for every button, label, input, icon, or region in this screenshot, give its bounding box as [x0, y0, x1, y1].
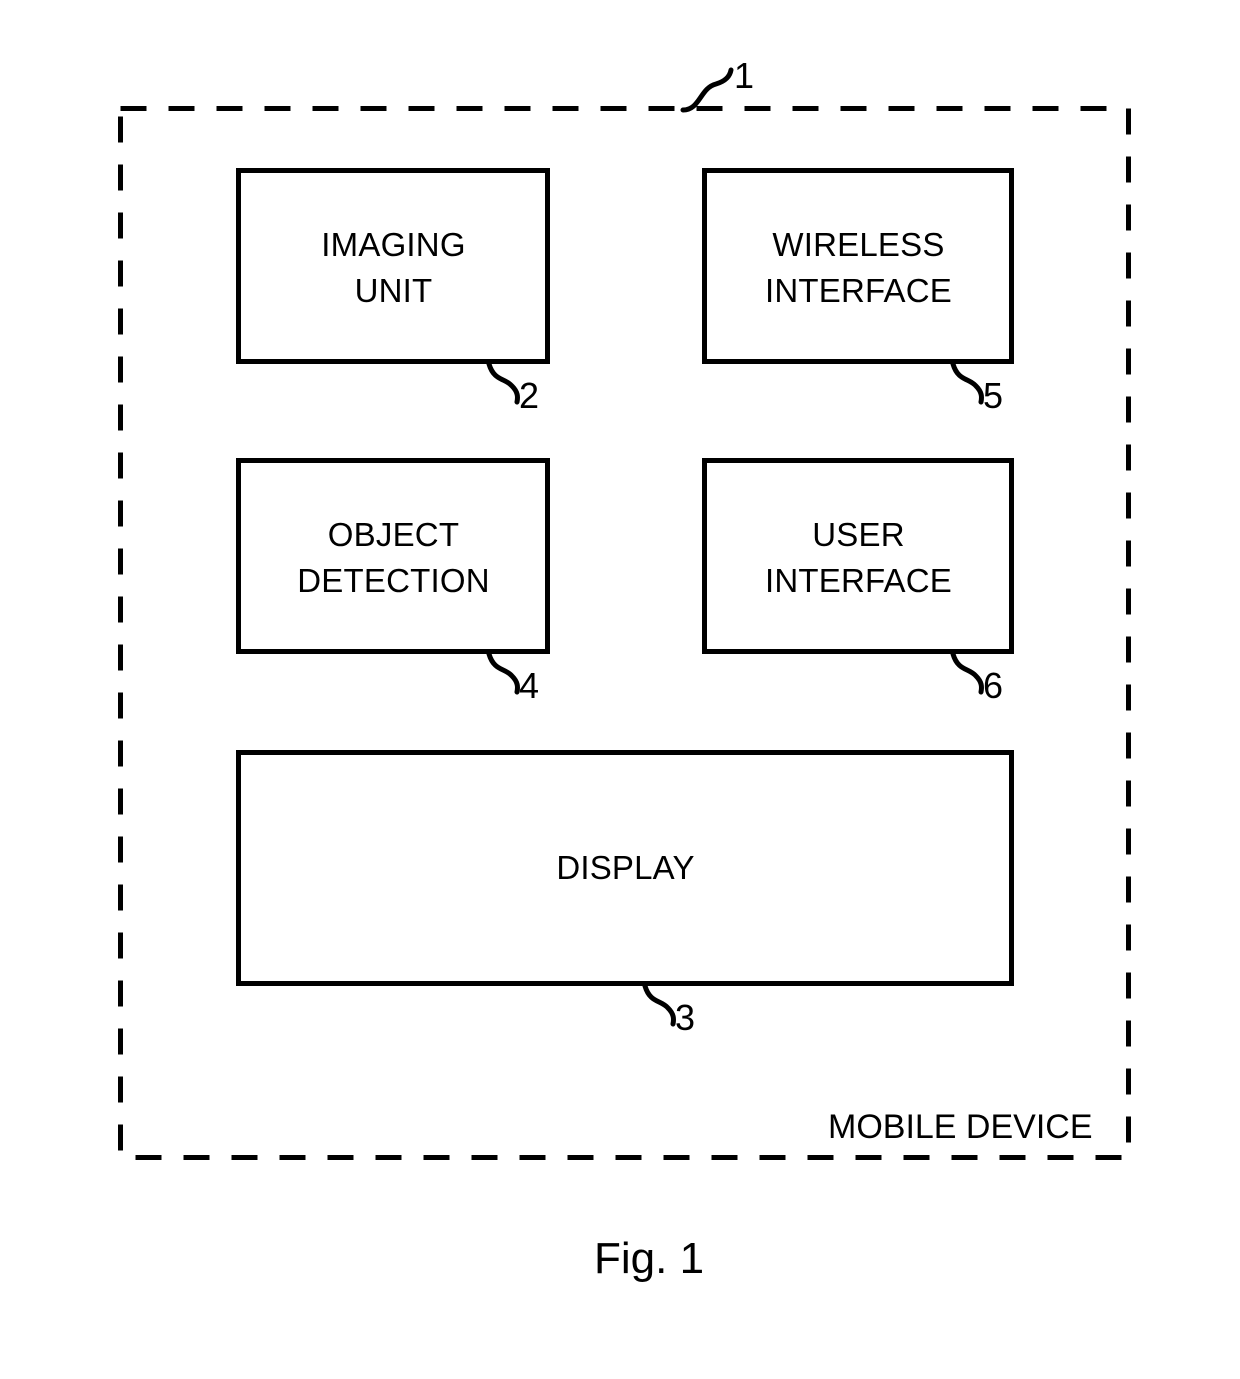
leader-line-2	[486, 361, 520, 405]
patent-figure: IMAGING UNIT WIRELESS INTERFACE OBJECT D…	[0, 0, 1240, 1379]
reference-numeral-2: 2	[519, 375, 540, 416]
display-box	[236, 750, 1014, 986]
figure-caption: Fig. 1	[594, 1234, 705, 1283]
user-interface-box	[702, 458, 1014, 654]
object-detection-box	[236, 458, 550, 654]
reference-numeral-3: 3	[675, 997, 696, 1038]
leader-line-4	[486, 651, 520, 695]
figure-drawing-layer	[118, 67, 1131, 1160]
leader-line-5	[950, 361, 984, 405]
reference-numeral-5: 5	[983, 375, 1004, 416]
mobile-device-label: MOBILE DEVICE	[828, 1108, 1093, 1146]
imaging-unit-box	[236, 168, 550, 364]
leader-line-6	[950, 651, 984, 695]
wireless-interface-box	[702, 168, 1014, 364]
reference-numeral-1: 1	[734, 55, 755, 96]
leader-line-3	[642, 983, 676, 1027]
reference-numeral-4: 4	[519, 665, 540, 706]
leader-line-1	[680, 67, 734, 113]
reference-numeral-6: 6	[983, 665, 1004, 706]
